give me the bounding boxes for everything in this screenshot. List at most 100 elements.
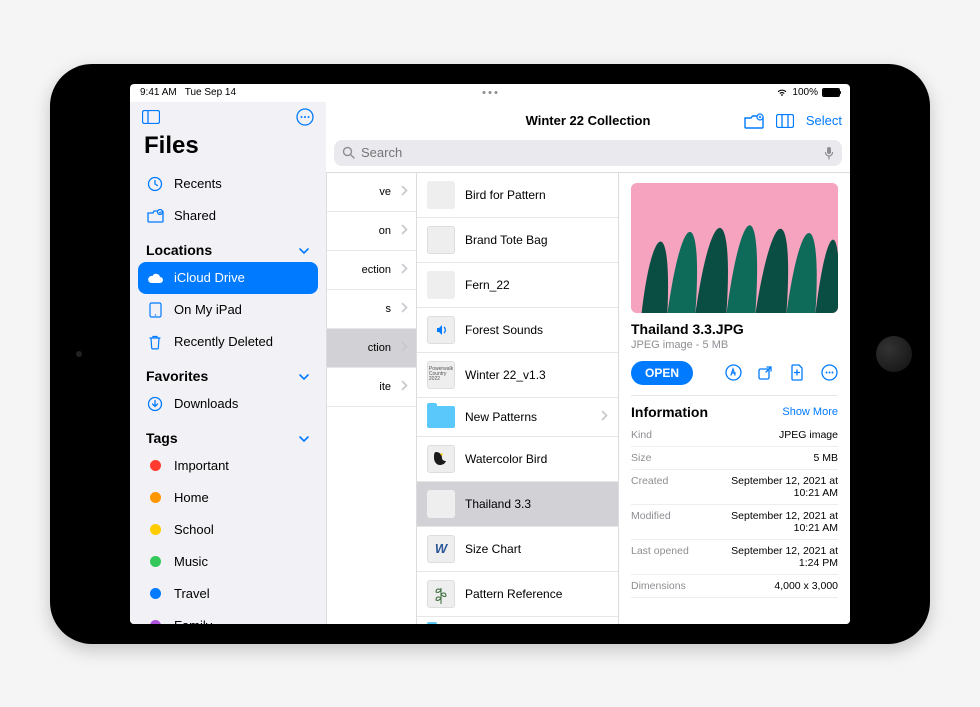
parent-folder-item[interactable]: ection <box>327 251 416 290</box>
sidebar-item-label: Shared <box>174 208 216 223</box>
info-value: 4,000 x 3,000 <box>774 580 838 592</box>
file-item[interactable]: Pattern Reference <box>417 572 618 617</box>
header-title: Winter 22 Collection <box>526 113 651 128</box>
chevron-right-icon <box>401 185 408 199</box>
image-thumb-icon <box>427 271 455 299</box>
status-time: 9:41 AM <box>140 87 177 98</box>
more-icon[interactable] <box>296 108 314 126</box>
info-key: Last opened <box>631 545 689 557</box>
info-key: Modified <box>631 510 671 522</box>
info-key: Created <box>631 475 668 487</box>
list-item-label: Pattern Reference <box>465 587 608 601</box>
tag-dot-icon <box>146 521 164 539</box>
file-item[interactable]: Watercolor Bird <box>417 437 618 482</box>
parent-folder-item[interactable]: ve <box>327 173 416 212</box>
mic-icon[interactable] <box>824 146 834 160</box>
list-item-label: ection <box>335 264 391 276</box>
tag-label: Travel <box>174 586 210 601</box>
search-icon <box>342 146 355 159</box>
chevron-right-icon <box>401 302 408 316</box>
sidebar-item-icloud[interactable]: iCloud Drive <box>138 262 318 294</box>
ipad-frame: 9:41 AM Tue Sep 14 100% <box>50 64 930 644</box>
tag-label: Music <box>174 554 208 569</box>
file-item[interactable]: Photo Shoot Locations <box>417 617 618 624</box>
sidebar-tag-important[interactable]: Important <box>138 450 318 482</box>
files-app: Files Recents Shared Locations <box>130 102 850 624</box>
sidebar-item-downloads[interactable]: Downloads <box>138 388 318 420</box>
file-preview[interactable] <box>631 183 838 313</box>
sidebar-item-label: Recents <box>174 176 222 191</box>
parent-folder-item[interactable]: on <box>327 212 416 251</box>
view-mode-icon[interactable] <box>776 114 794 128</box>
new-folder-icon[interactable] <box>744 113 764 129</box>
list-item-label: Watercolor Bird <box>465 452 608 466</box>
tag-label: Important <box>174 458 229 473</box>
sidebar-item-label: Downloads <box>174 396 238 411</box>
multitask-dots[interactable] <box>483 91 498 94</box>
parent-folder-item[interactable]: s <box>327 290 416 329</box>
file-item[interactable]: Bird for Pattern <box>417 173 618 218</box>
list-item-label: Forest Sounds <box>465 323 608 337</box>
file-item[interactable]: Forest Sounds <box>417 308 618 353</box>
home-button[interactable] <box>876 336 912 372</box>
sidebar-item-label: On My iPad <box>174 302 242 317</box>
sidebar: Files Recents Shared Locations <box>130 102 326 624</box>
sidebar-toggle-icon[interactable] <box>142 110 160 124</box>
open-new-window-icon[interactable] <box>756 364 774 382</box>
file-item[interactable]: PowerwalkCountry2022Winter 22_v1.3 <box>417 353 618 398</box>
info-row: Dimensions4,000 x 3,000 <box>631 575 838 598</box>
tag-label: Family <box>174 618 212 624</box>
locations-header[interactable]: Locations <box>138 232 318 262</box>
list-item-label: ve <box>335 186 391 198</box>
sidebar-item-on-ipad[interactable]: On My iPad <box>138 294 318 326</box>
info-key: Kind <box>631 429 652 441</box>
sidebar-item-recents[interactable]: Recents <box>138 168 318 200</box>
parent-folder-item[interactable]: ite <box>327 368 416 407</box>
file-item[interactable]: Fern_22 <box>417 263 618 308</box>
tag-dot-icon <box>146 617 164 624</box>
tag-dot-icon <box>146 553 164 571</box>
tag-dot-icon <box>146 489 164 507</box>
sidebar-tag-school[interactable]: School <box>138 514 318 546</box>
trash-icon <box>146 333 164 351</box>
list-item-label: ite <box>335 381 391 393</box>
folder-icon <box>427 406 455 428</box>
select-button[interactable]: Select <box>806 113 842 128</box>
search-field[interactable] <box>334 140 842 166</box>
tags-header[interactable]: Tags <box>138 420 318 450</box>
sidebar-item-shared[interactable]: Shared <box>138 200 318 232</box>
list-item-label: s <box>335 303 391 315</box>
favorites-header[interactable]: Favorites <box>138 358 318 388</box>
file-item[interactable]: WSize Chart <box>417 527 618 572</box>
battery-pct: 100% <box>792 87 818 98</box>
duplicate-icon[interactable] <box>788 364 806 382</box>
sidebar-tag-music[interactable]: Music <box>138 546 318 578</box>
info-value: September 12, 2021 at 1:24 PM <box>718 545 838 569</box>
open-button[interactable]: OPEN <box>631 361 693 385</box>
chevron-down-icon <box>298 242 310 258</box>
info-row: CreatedSeptember 12, 2021 at 10:21 AM <box>631 470 838 505</box>
header-bar: Winter 22 Collection Select <box>326 102 850 140</box>
info-row: Size5 MB <box>631 447 838 470</box>
sidebar-tag-home[interactable]: Home <box>138 482 318 514</box>
sidebar-item-label: iCloud Drive <box>174 270 245 285</box>
status-date: Tue Sep 14 <box>185 87 236 98</box>
tag-label: School <box>174 522 214 537</box>
tag-dot-icon <box>146 585 164 603</box>
sidebar-item-label: Recently Deleted <box>174 334 273 349</box>
camera <box>76 351 82 357</box>
markup-icon[interactable] <box>724 364 742 382</box>
parent-folder-item[interactable]: ction <box>327 329 416 368</box>
sidebar-item-recently-deleted[interactable]: Recently Deleted <box>138 326 318 358</box>
sidebar-tag-family[interactable]: Family <box>138 610 318 624</box>
file-item[interactable]: Brand Tote Bag <box>417 218 618 263</box>
file-item[interactable]: New Patterns <box>417 398 618 437</box>
search-input[interactable] <box>361 145 818 160</box>
list-item-label: Winter 22_v1.3 <box>465 368 608 382</box>
sidebar-tag-travel[interactable]: Travel <box>138 578 318 610</box>
chevron-right-icon <box>401 224 408 238</box>
show-more-button[interactable]: Show More <box>782 406 838 418</box>
file-item[interactable]: Thailand 3.3 <box>417 482 618 527</box>
word-doc-icon: W <box>427 535 455 563</box>
more-actions-icon[interactable] <box>820 364 838 382</box>
